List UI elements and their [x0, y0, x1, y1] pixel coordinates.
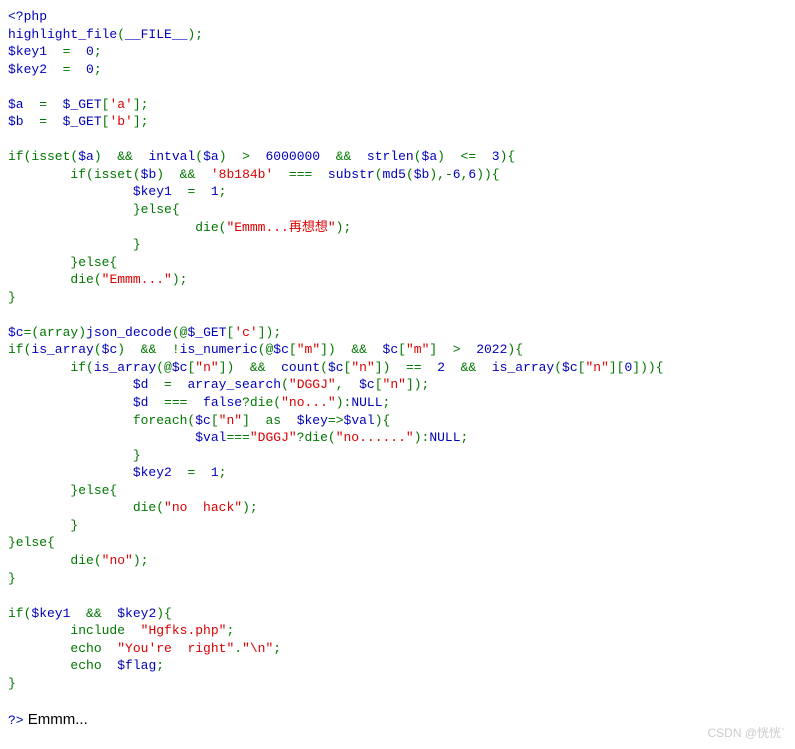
php-open-tag: <?php [8, 9, 47, 24]
php-close-tag: ?> [8, 713, 24, 728]
watermark-text: CSDN @恍恍` [707, 725, 785, 741]
php-code-block: <?php highlight_file(__FILE__); $key1 = … [8, 8, 787, 730]
script-output: Emmm... [24, 711, 88, 728]
